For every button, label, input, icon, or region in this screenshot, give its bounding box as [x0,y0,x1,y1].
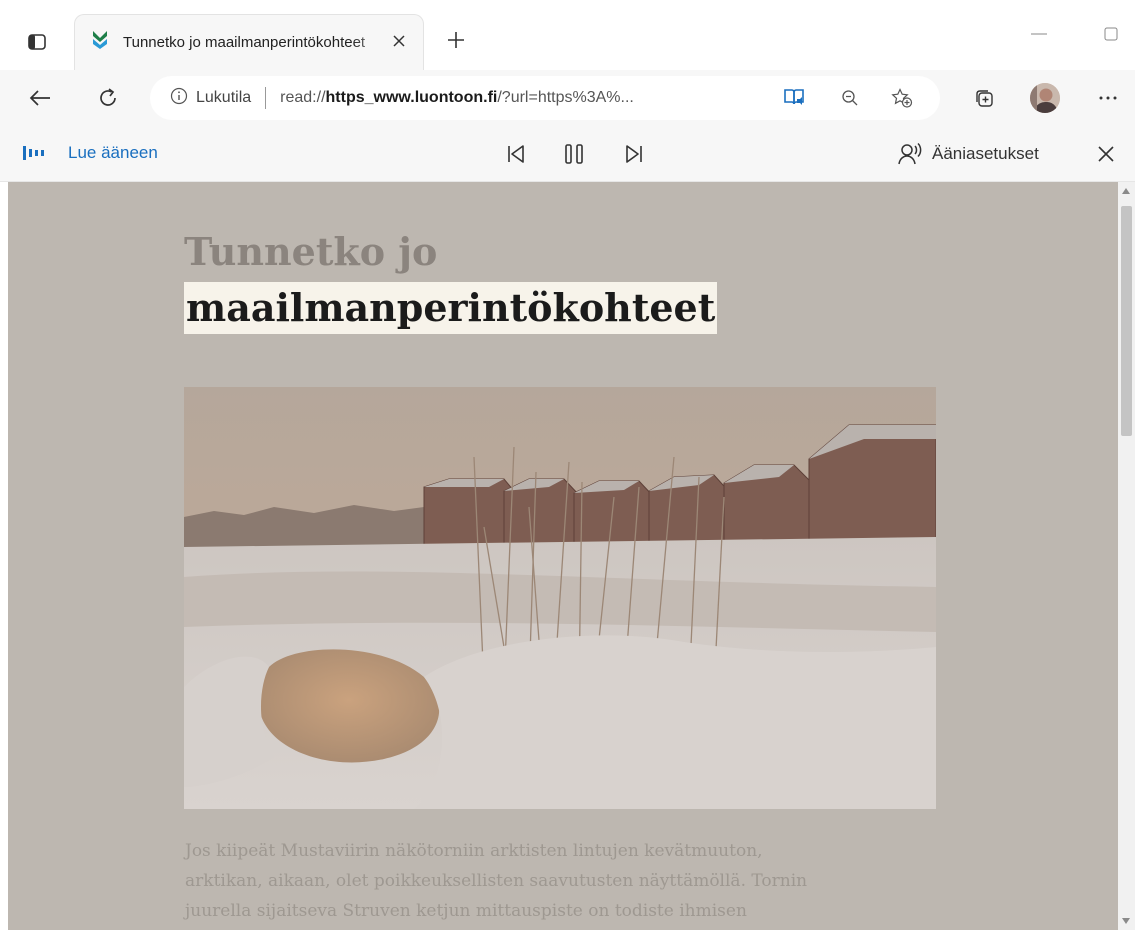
read-aloud-icon [22,144,48,167]
article-title: Tunnetko jo maailmanperintökohteet [184,226,718,334]
collections-icon [976,90,993,107]
add-favorite-icon[interactable] [888,84,916,112]
article-body: Jos kiipeät Mustaviirin näkötorniin arkt… [185,836,945,926]
address-divider [265,87,267,109]
plus-icon [448,32,464,48]
info-icon[interactable] [170,87,188,110]
collections-button[interactable] [968,82,1000,114]
article-body-line: Jos kiipeät Mustaviirin näkötorniin arkt… [185,841,763,861]
more-icon [1099,96,1117,100]
url-text[interactable]: read://https_www.luontoon.fi/?url=https%… [280,89,634,107]
next-icon [626,145,642,163]
tab-actions-icon[interactable] [22,28,52,56]
voice-settings-button[interactable]: Ääniasetukset [898,138,1039,170]
article-title-line-1: Tunnetko jo [184,229,438,274]
close-read-aloud-button[interactable] [1090,138,1122,170]
back-button[interactable] [24,82,56,114]
tab-title: Tunnetko jo maailmanperintökohteet [123,34,366,51]
navigation-bar: Lukutila read://https_www.luontoon.fi/?u… [0,70,1135,126]
active-tab[interactable]: Tunnetko jo maailmanperintökohteet [74,14,424,70]
new-tab-button[interactable] [440,24,472,56]
voice-settings-label: Ääniasetukset [932,144,1039,163]
article-body-line: arktikan, aikaan, olet poikkeuksellisten… [185,871,808,891]
previous-button[interactable] [500,138,532,170]
next-button[interactable] [618,138,650,170]
pause-icon [565,144,583,164]
immersive-reader-icon[interactable] [780,84,808,112]
article-body-line: juurella sijaitseva Struven ketjun mitta… [185,901,747,921]
close-icon[interactable] [389,31,409,51]
minimize-icon [1031,33,1047,35]
scroll-down-arrow-icon[interactable] [1122,918,1130,924]
voice-icon [898,142,922,165]
reader-view: Tunnetko jo maailmanperintökohteet Jos k… [8,182,1118,930]
avatar[interactable] [1028,81,1062,115]
minimize-button[interactable] [1024,22,1054,46]
scroll-up-arrow-icon[interactable] [1122,188,1130,194]
refresh-icon [100,88,116,106]
luontoon-favicon [91,30,109,55]
read-aloud-label[interactable]: Lue ääneen [68,143,158,163]
refresh-button[interactable] [92,82,124,114]
back-arrow-icon [29,90,50,106]
reader-mode-label: Lukutila [196,89,252,106]
maximize-icon [1104,27,1118,41]
maximize-button[interactable] [1096,22,1126,46]
close-icon [1098,146,1114,162]
more-button[interactable] [1092,82,1124,114]
pause-button[interactable] [558,138,590,170]
hero-image [184,387,936,809]
tab-strip: Tunnetko jo maailmanperintökohteet [0,0,1135,70]
url-domain: https_www.luontoon.fi [325,89,498,106]
scrollbar-thumb[interactable] [1121,206,1132,436]
read-aloud-toolbar: Lue ääneen Ääniasetukset [0,126,1135,182]
zoom-out-icon[interactable] [836,84,864,112]
article-title-line-2-highlighted: maailmanperintökohteet [184,282,718,334]
previous-icon [508,145,524,163]
url-prefix: read:// [280,89,326,106]
url-rest: /?url=https%3A%... [497,89,634,106]
address-bar[interactable]: Lukutila read://https_www.luontoon.fi/?u… [150,76,940,120]
vertical-scrollbar[interactable] [1118,182,1135,930]
